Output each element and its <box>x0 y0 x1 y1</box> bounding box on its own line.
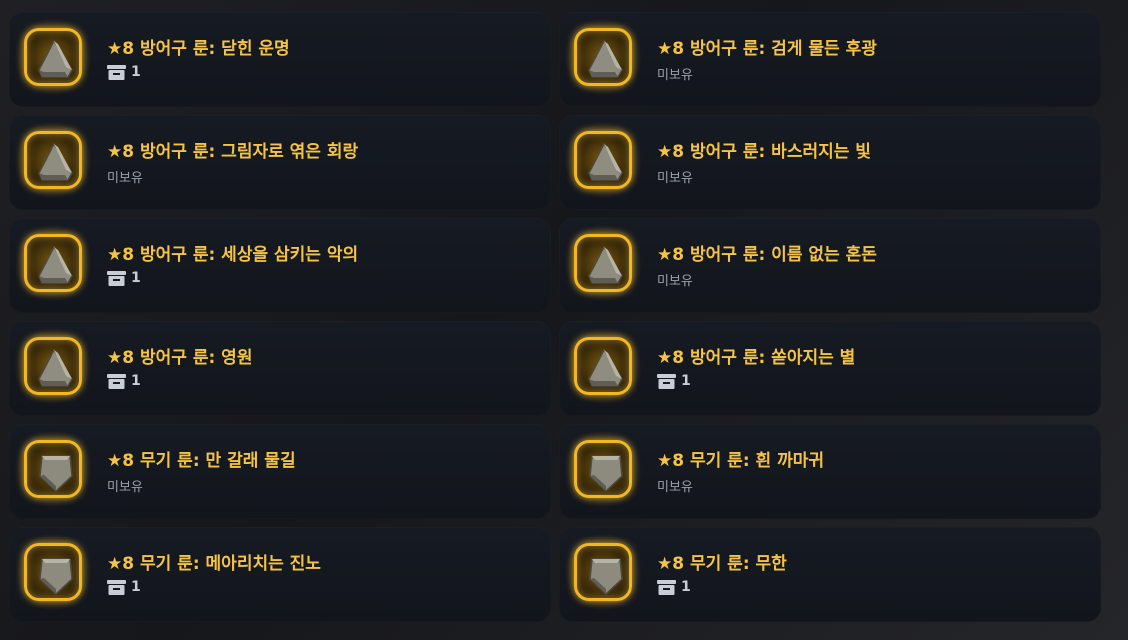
rune-icon <box>14 430 92 508</box>
rune-gold-frame <box>24 337 82 395</box>
rune-card[interactable]: ★8 방어구 룬: 바스러지는 빛미보유 <box>559 115 1101 210</box>
owned-count: 1 <box>107 64 141 80</box>
rune-icon <box>564 533 642 611</box>
armor-rune-stone-icon <box>588 245 623 284</box>
rune-icon <box>564 224 642 302</box>
owned-count-value: 1 <box>131 64 141 80</box>
rune-title: ★8 무기 룬: 무한 <box>657 554 787 574</box>
rune-card[interactable]: ★8 무기 룬: 흰 까마귀미보유 <box>559 424 1101 519</box>
rune-title: ★8 방어구 룬: 그림자로 엮은 회랑 <box>107 142 359 162</box>
armor-rune-stone-icon <box>38 142 73 181</box>
rune-icon <box>564 327 642 405</box>
armor-rune-stone-icon <box>588 348 623 387</box>
rune-title: ★8 방어구 룬: 닫힌 운명 <box>107 39 290 59</box>
rune-icon <box>564 121 642 199</box>
not-owned-label: 미보유 <box>107 480 143 495</box>
owned-count: 1 <box>107 579 141 595</box>
owned-count: 1 <box>107 373 141 389</box>
not-owned-label: 미보유 <box>657 274 693 289</box>
rune-card[interactable]: ★8 방어구 룬: 쏟아지는 별 1 <box>559 321 1101 416</box>
owned-count-value: 1 <box>131 579 141 595</box>
rune-gold-frame <box>574 440 632 498</box>
rune-title: ★8 방어구 룬: 세상을 삼키는 악의 <box>107 245 359 265</box>
armor-rune-stone-icon <box>38 39 73 78</box>
armor-rune-stone-icon <box>38 348 73 387</box>
owned-count: 1 <box>657 373 691 389</box>
rune-card[interactable]: ★8 방어구 룬: 검게 물든 후광미보유 <box>559 12 1101 107</box>
rune-gold-frame <box>24 28 82 86</box>
armor-rune-stone-icon <box>588 142 623 181</box>
rune-icon <box>14 533 92 611</box>
storage-box-icon <box>107 64 126 80</box>
storage-box-icon <box>657 579 676 595</box>
rune-gold-frame <box>24 131 82 189</box>
owned-count: 1 <box>657 579 691 595</box>
rune-gold-frame <box>574 234 632 292</box>
rune-card[interactable]: ★8 방어구 룬: 세상을 삼키는 악의 1 <box>9 218 551 313</box>
storage-box-icon <box>107 579 126 595</box>
rune-gold-frame <box>574 337 632 395</box>
owned-count: 1 <box>107 270 141 286</box>
armor-rune-stone-icon <box>38 245 73 284</box>
rune-gold-frame <box>574 131 632 189</box>
rune-icon <box>14 121 92 199</box>
armor-rune-stone-icon <box>588 39 623 78</box>
weapon-rune-stone-icon <box>589 455 623 493</box>
owned-count-value: 1 <box>131 373 141 389</box>
rune-list: ★8 방어구 룬: 닫힌 운명 1 ★8 방어구 룬: 검게 물든 후광 미보유 ★8 … <box>9 12 1101 622</box>
weapon-rune-stone-icon <box>39 455 73 493</box>
rune-icon <box>14 18 92 96</box>
rune-card[interactable]: ★8 무기 룬: 무한 1 <box>559 527 1101 622</box>
rune-title: ★8 무기 룬: 만 갈래 물길 <box>107 451 296 471</box>
storage-box-icon <box>107 270 126 286</box>
owned-count-value: 1 <box>131 270 141 286</box>
rune-gold-frame <box>24 440 82 498</box>
rune-card[interactable]: ★8 무기 룬: 메아리치는 진노 1 <box>9 527 551 622</box>
rune-card[interactable]: ★8 방어구 룬: 그림자로 엮은 회랑미보유 <box>9 115 551 210</box>
rune-card[interactable]: ★8 무기 룬: 만 갈래 물길미보유 <box>9 424 551 519</box>
rune-icon <box>564 18 642 96</box>
owned-count-value: 1 <box>681 373 691 389</box>
rune-title: ★8 무기 룬: 흰 까마귀 <box>657 451 825 471</box>
rune-title: ★8 방어구 룬: 이름 없는 혼돈 <box>657 245 877 265</box>
weapon-rune-stone-icon <box>589 558 623 596</box>
storage-box-icon <box>107 373 126 389</box>
rune-card[interactable]: ★8 방어구 룬: 이름 없는 혼돈미보유 <box>559 218 1101 313</box>
rune-gold-frame <box>24 543 82 601</box>
rune-icon <box>14 224 92 302</box>
rune-card[interactable]: ★8 방어구 룬: 닫힌 운명 1 <box>9 12 551 107</box>
storage-box-icon <box>657 373 676 389</box>
rune-title: ★8 무기 룬: 메아리치는 진노 <box>107 554 321 574</box>
owned-count-value: 1 <box>681 579 691 595</box>
rune-icon <box>564 430 642 508</box>
weapon-rune-stone-icon <box>39 558 73 596</box>
rune-card[interactable]: ★8 방어구 룬: 영원 1 <box>9 321 551 416</box>
not-owned-label: 미보유 <box>657 480 693 495</box>
rune-title: ★8 방어구 룬: 영원 <box>107 348 253 368</box>
not-owned-label: 미보유 <box>657 171 693 186</box>
rune-title: ★8 방어구 룬: 쏟아지는 별 <box>657 348 856 368</box>
rune-title: ★8 방어구 룬: 바스러지는 빛 <box>657 142 871 162</box>
rune-gold-frame <box>574 28 632 86</box>
rune-gold-frame <box>24 234 82 292</box>
rune-icon <box>14 327 92 405</box>
rune-title: ★8 방어구 룬: 검게 물든 후광 <box>657 39 877 59</box>
not-owned-label: 미보유 <box>657 68 693 83</box>
rune-gold-frame <box>574 543 632 601</box>
not-owned-label: 미보유 <box>107 171 143 186</box>
